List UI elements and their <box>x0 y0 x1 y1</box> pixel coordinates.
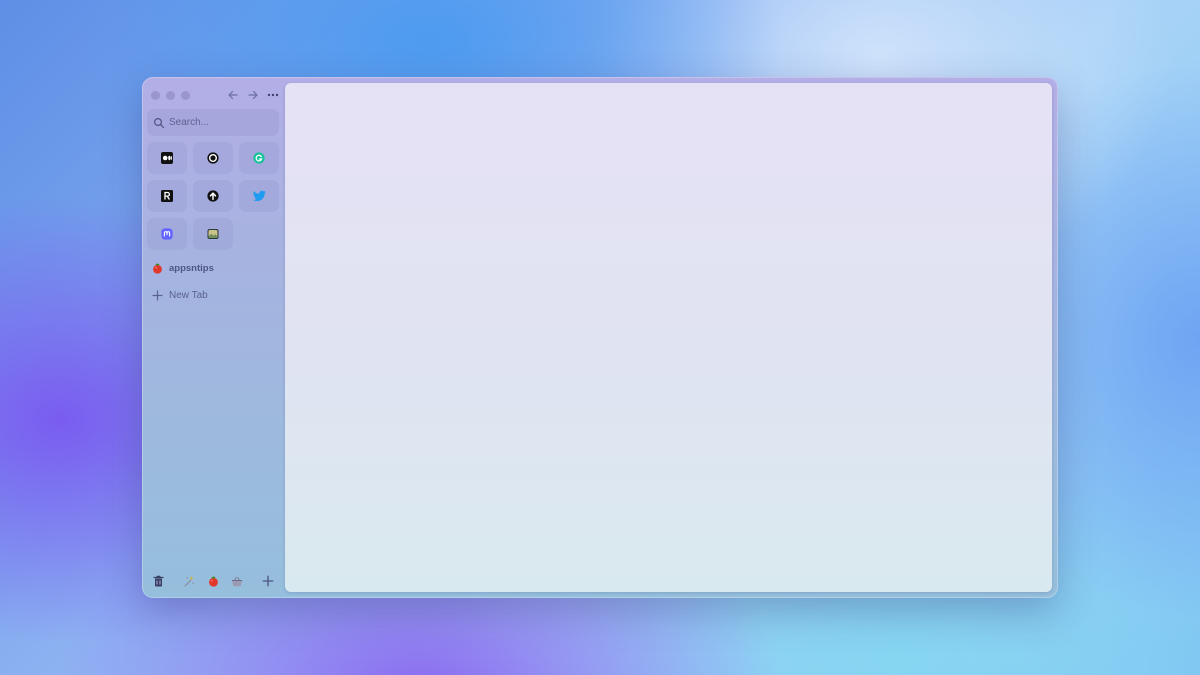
space-trash[interactable] <box>151 574 165 588</box>
mastodon-icon <box>161 228 173 240</box>
tab-appsntips[interactable]: appsntips <box>152 263 214 274</box>
forward-button[interactable] <box>245 87 261 103</box>
window-controls <box>151 91 190 100</box>
favorite-upload[interactable] <box>193 180 233 212</box>
minimize-window-button[interactable] <box>166 91 175 100</box>
basket-icon <box>232 576 242 586</box>
new-tab-button[interactable]: New Tab <box>152 290 208 301</box>
favorite-mastodon[interactable] <box>147 218 187 250</box>
new-tab-label: New Tab <box>169 290 208 301</box>
tomato-icon <box>208 575 218 587</box>
circle-icon <box>207 152 219 164</box>
browser-window: appsntips New Tab <box>142 77 1058 598</box>
favorite-twitter[interactable] <box>239 180 279 212</box>
trash-icon <box>152 575 164 587</box>
search-input[interactable] <box>169 117 269 128</box>
space-basket[interactable] <box>230 574 244 588</box>
favorite-medium[interactable] <box>147 142 187 174</box>
upload-arrow-icon <box>207 190 219 202</box>
search-bar[interactable] <box>147 109 279 136</box>
grammarly-icon <box>253 152 265 164</box>
space-tomato[interactable] <box>206 574 220 588</box>
r-logo-icon <box>161 190 173 202</box>
tab-label: appsntips <box>169 263 214 274</box>
web-content-area[interactable] <box>285 83 1052 592</box>
favorites-grid <box>147 142 279 250</box>
arrow-right-icon <box>248 90 258 100</box>
close-window-button[interactable] <box>151 91 160 100</box>
desktop-wallpaper: appsntips New Tab <box>0 0 1200 675</box>
add-space-button[interactable] <box>261 574 275 588</box>
plus-icon <box>152 290 163 301</box>
navigation-controls <box>225 87 281 103</box>
spaces-bar <box>142 572 285 590</box>
space-sparkle[interactable] <box>182 574 196 588</box>
more-options-button[interactable] <box>265 87 281 103</box>
search-icon <box>153 117 165 129</box>
back-button[interactable] <box>225 87 241 103</box>
landscape-photo-icon <box>207 229 219 239</box>
plus-icon <box>262 575 274 587</box>
favorite-readwise[interactable] <box>147 180 187 212</box>
favorite-photo[interactable] <box>193 218 233 250</box>
sidebar: appsntips New Tab <box>142 77 285 598</box>
arrow-left-icon <box>228 90 238 100</box>
sparkle-icon <box>184 576 194 587</box>
favorite-grammarly[interactable] <box>239 142 279 174</box>
more-dots-icon <box>267 93 279 97</box>
favorite-circle[interactable] <box>193 142 233 174</box>
twitter-bird-icon <box>252 190 266 202</box>
medium-icon <box>161 152 173 164</box>
zoom-window-button[interactable] <box>181 91 190 100</box>
tomato-icon <box>153 263 162 274</box>
